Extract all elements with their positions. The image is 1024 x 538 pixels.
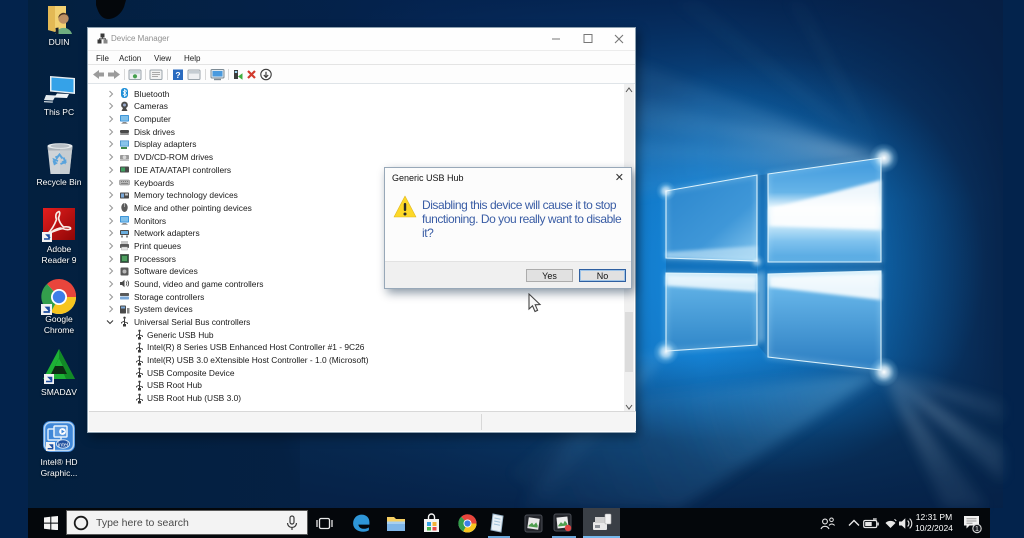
svg-text:?: ? [175,70,180,80]
svg-text:1: 1 [975,526,979,533]
svg-text:intel: intel [58,442,68,448]
